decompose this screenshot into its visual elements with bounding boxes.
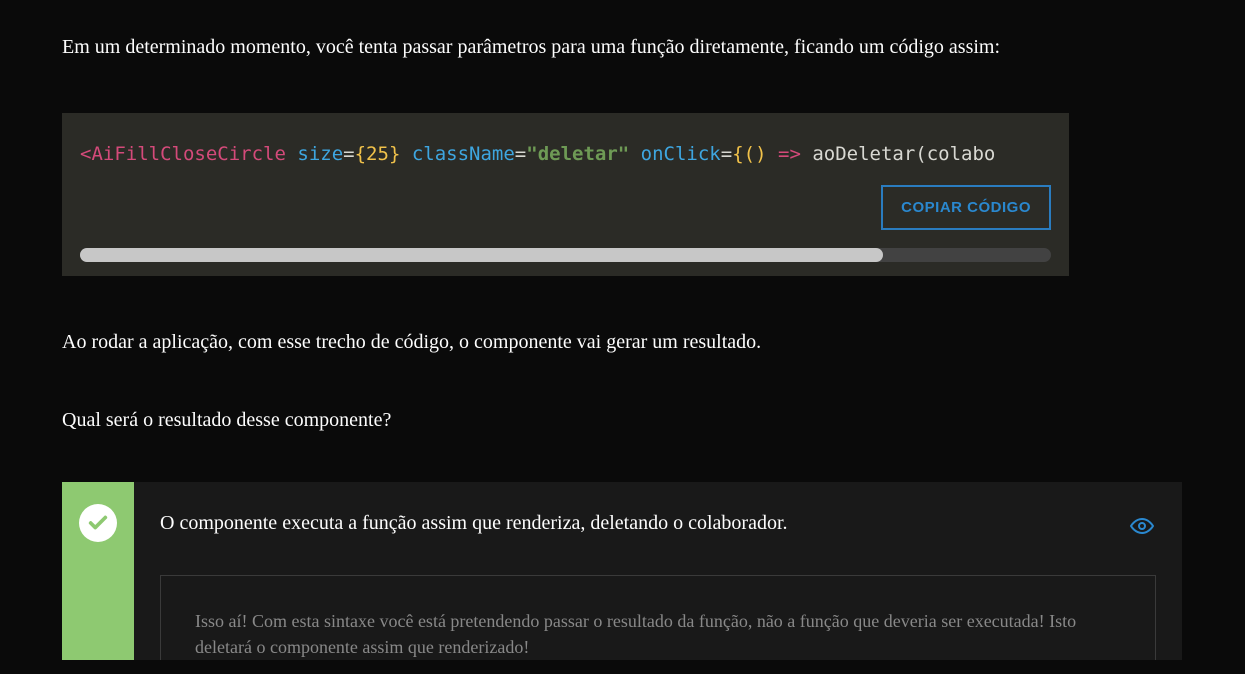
copy-code-button[interactable]: COPIAR CÓDIGO [881,185,1051,230]
code-block: <AiFillCloseCircle size={25} className="… [62,113,1069,276]
code-token-brace-open: { [355,143,366,165]
answer-card: O componente executa a função assim que … [62,482,1182,660]
code-scrollbar-track[interactable] [80,248,1051,262]
code-token-eq: = [343,143,354,165]
paragraph-result-intro: Ao rodar a aplicação, com esse trecho de… [62,326,1183,358]
code-scrollbar-thumb[interactable] [80,248,883,262]
code-token-attr-class: className [412,143,515,165]
code-token-component: AiFillCloseCircle [91,143,285,165]
answer-body: O componente executa a função assim que … [134,482,1182,660]
intro-paragraph: Em um determinado momento, você tenta pa… [62,30,1183,65]
paragraph-question: Qual será o resultado desse componente? [62,404,1183,436]
check-icon [87,512,109,534]
code-token-eq-2: = [515,143,526,165]
code-token-brace-open-2: { [732,143,743,165]
code-token-paren-close: ) [755,143,766,165]
code-token-arrow: => [778,143,801,165]
code-token-eq-3: = [721,143,732,165]
eye-icon[interactable] [1130,514,1154,543]
code-token-lt: < [80,143,91,165]
correct-badge [79,504,117,542]
code-token-attr-size: size [297,143,343,165]
code-token-call: aoDeletar(colabo [812,143,995,165]
answer-title: O componente executa a função assim que … [160,512,1156,535]
code-token-attr-onclick: onClick [641,143,721,165]
answer-explanation-text: Isso aí! Com esta sintaxe você está pret… [195,608,1121,660]
code-token-class-val: "deletar" [526,143,629,165]
code-token-size-val: 25 [366,143,389,165]
code-token-paren-open: ( [744,143,755,165]
answer-badge-column [62,482,134,660]
code-line: <AiFillCloseCircle size={25} className="… [80,143,1051,165]
code-token-brace-close: } [389,143,400,165]
answer-explanation-box: Isso aí! Com esta sintaxe você está pret… [160,575,1156,660]
